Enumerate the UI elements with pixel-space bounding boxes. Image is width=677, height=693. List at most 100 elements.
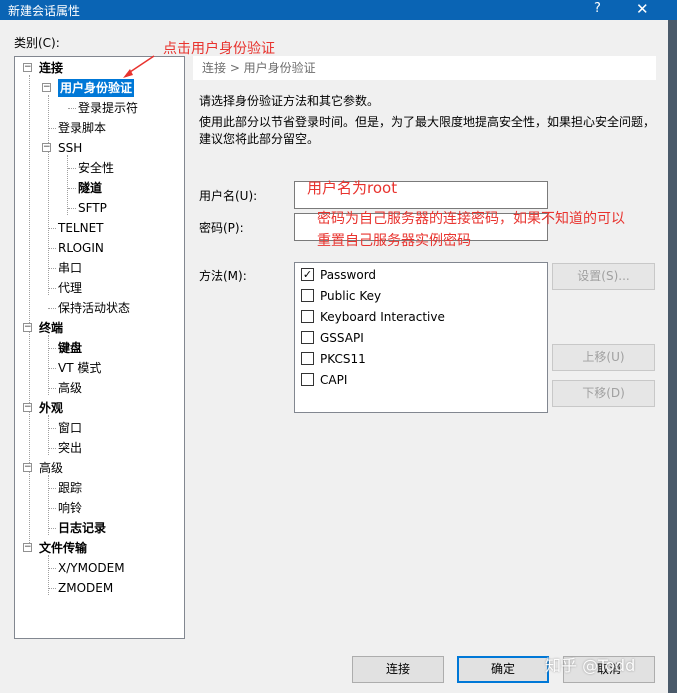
username-label: 用户名(U): <box>199 189 258 203</box>
connect-button[interactable]: 连接 <box>352 656 444 683</box>
method-item[interactable]: Keyboard Interactive <box>301 307 445 327</box>
tree-guide <box>68 188 76 189</box>
tree-guide <box>68 108 76 109</box>
tree-guide <box>48 475 49 535</box>
description-detail: 使用此部分以节省登录时间。但是，为了最大限度地提高安全性，如果担心安全问题，建议… <box>199 115 656 146</box>
tree-guide <box>48 448 56 449</box>
tree-item[interactable]: 保持活动状态 <box>58 299 130 317</box>
tree-item[interactable]: 登录提示符 <box>78 99 138 117</box>
annotation-password-hint-2: 重置自己服务器实例密码 <box>317 233 471 249</box>
tree-guide <box>29 75 30 547</box>
annotation-username-hint: 用户名为root <box>307 179 398 197</box>
tree-item[interactable]: RLOGIN <box>58 239 104 257</box>
method-item[interactable]: ✓ Password <box>301 265 376 285</box>
tree-item[interactable]: 代理 <box>58 279 82 297</box>
help-icon[interactable]: ? <box>594 1 601 16</box>
tree-guide <box>48 428 56 429</box>
method-item[interactable]: GSSAPI <box>301 328 364 348</box>
method-label-text: CAPI <box>320 373 348 387</box>
tree-item[interactable]: 跟踪 <box>58 479 82 497</box>
annotation-password-hint: 密码为自己服务器的连接密码，如果不知道的可以 <box>317 211 625 227</box>
tree-item[interactable]: VT 模式 <box>58 359 101 377</box>
tree-item[interactable]: SFTP <box>78 199 107 217</box>
method-label-text: PKCS11 <box>320 352 366 366</box>
tree-item[interactable]: 隧道 <box>78 179 102 197</box>
tree-item[interactable]: SSH <box>58 139 82 157</box>
watermark: 知乎 @Todd <box>545 656 636 675</box>
tree-item[interactable]: 登录脚本 <box>58 119 106 137</box>
method-checkbox[interactable] <box>301 352 314 365</box>
tree-expander-icon[interactable]: − <box>42 83 51 92</box>
tree-expander-icon[interactable]: − <box>23 403 32 412</box>
method-label: 方法(M): <box>199 269 247 283</box>
tree-item[interactable]: 文件传输 <box>39 539 87 557</box>
tree-guide <box>48 288 56 289</box>
method-checkbox[interactable]: ✓ <box>301 268 314 281</box>
tree-item[interactable]: ZMODEM <box>58 579 113 597</box>
tree-guide <box>48 348 56 349</box>
tree-guide <box>48 415 49 455</box>
tree-guide <box>48 95 49 295</box>
method-label-text: Public Key <box>320 289 382 303</box>
tree-item[interactable]: 高级 <box>39 459 63 477</box>
title-bar: 新建会话属性 ? ✕ <box>0 0 677 20</box>
move-up-button[interactable]: 上移(U) <box>552 344 655 371</box>
tree-item[interactable]: 串口 <box>58 259 82 277</box>
tree-item[interactable]: 外观 <box>39 399 63 417</box>
tree-guide <box>48 228 56 229</box>
category-label: 类别(C): <box>14 36 60 50</box>
method-checkbox[interactable] <box>301 310 314 323</box>
description-intro: 请选择身份验证方法和其它参数。 <box>199 94 380 108</box>
tree-guide <box>48 555 49 595</box>
tree-item[interactable]: 终端 <box>39 319 63 337</box>
method-item[interactable]: CAPI <box>301 370 347 390</box>
tree-item[interactable]: 连接 <box>39 59 63 77</box>
tree-guide <box>48 268 56 269</box>
tree-item[interactable]: 突出 <box>58 439 82 457</box>
tree-item[interactable]: X/YMODEM <box>58 559 125 577</box>
tree-guide <box>48 488 56 489</box>
ok-button[interactable]: 确定 <box>457 656 549 683</box>
method-item[interactable]: PKCS11 <box>301 349 366 369</box>
tree-guide <box>48 368 56 369</box>
category-tree[interactable]: − 连接 − 用户身份验证 登录提示符 登录脚本 − SSH 安全性 隧道 SFTP TELNET RL… <box>14 56 185 639</box>
method-label-text: Password <box>320 268 377 282</box>
tree-item[interactable]: 高级 <box>58 379 82 397</box>
tree-guide <box>68 208 76 209</box>
tree-item[interactable]: 响铃 <box>58 499 82 517</box>
tree-guide <box>48 128 56 129</box>
tree-expander-icon[interactable]: − <box>23 323 32 332</box>
annotation-arrow <box>123 55 155 78</box>
annotation-click-hint: 点击用户身份验证 <box>163 41 275 57</box>
tree-guide <box>48 528 56 529</box>
method-checkbox[interactable] <box>301 289 314 302</box>
method-label-text: GSSAPI <box>320 331 364 345</box>
window-title: 新建会话属性 <box>8 4 81 18</box>
method-list[interactable]: ✓ Password Public Key Keyboard Interactive G… <box>294 262 548 413</box>
tree-expander-icon[interactable]: − <box>23 63 32 72</box>
tree-guide <box>48 508 56 509</box>
breadcrumb: 连接 > 用户身份验证 <box>193 56 656 80</box>
tree-guide <box>48 248 56 249</box>
tree-expander-icon[interactable]: − <box>23 463 32 472</box>
tree-guide <box>48 308 56 309</box>
close-icon[interactable]: ✕ <box>636 0 649 18</box>
tree-guide <box>48 588 56 589</box>
move-down-button[interactable]: 下移(D) <box>552 380 655 407</box>
tree-item[interactable]: TELNET <box>58 219 104 237</box>
tree-guide <box>48 388 56 389</box>
method-label-text: Keyboard Interactive <box>320 310 445 324</box>
tree-item[interactable]: 键盘 <box>58 339 82 357</box>
method-checkbox[interactable] <box>301 373 314 386</box>
tree-item[interactable]: 日志记录 <box>58 519 106 537</box>
method-checkbox[interactable] <box>301 331 314 344</box>
tree-expander-icon[interactable]: − <box>42 143 51 152</box>
tree-expander-icon[interactable]: − <box>23 543 32 552</box>
tree-guide <box>67 155 68 215</box>
method-item[interactable]: Public Key <box>301 286 381 306</box>
tree-item[interactable]: 窗口 <box>58 419 82 437</box>
tree-guide <box>48 335 49 395</box>
tree-guide <box>48 568 56 569</box>
tree-item[interactable]: 安全性 <box>78 159 114 177</box>
settings-button[interactable]: 设置(S)... <box>552 263 655 290</box>
